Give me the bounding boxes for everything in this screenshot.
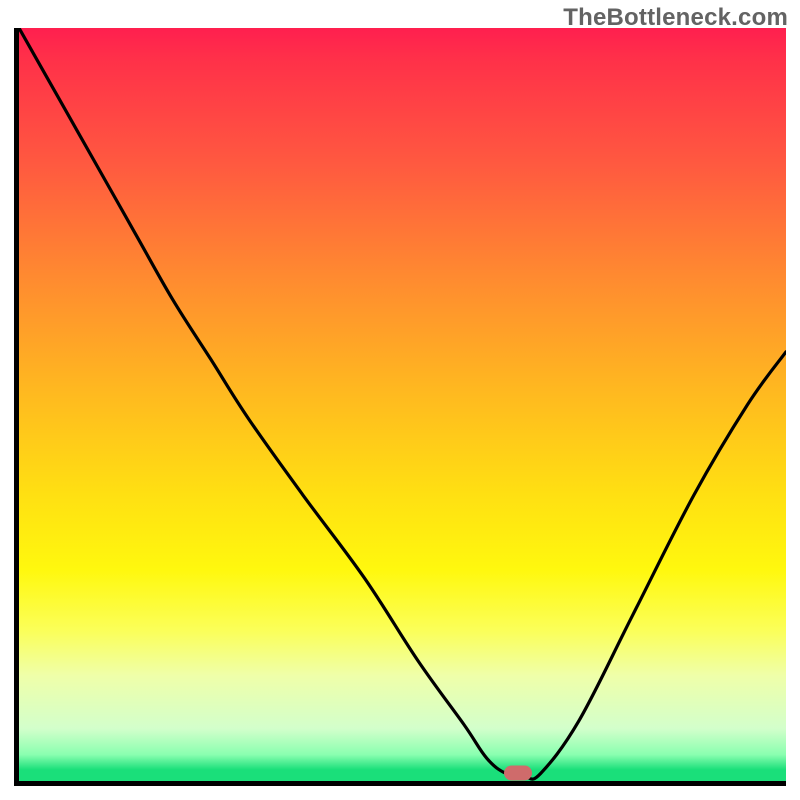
- optimal-point-marker: [504, 766, 532, 781]
- bottleneck-curve: [19, 28, 786, 781]
- plot-area: [14, 28, 786, 786]
- watermark-text: TheBottleneck.com: [563, 4, 788, 32]
- chart-container: TheBottleneck.com: [0, 0, 800, 800]
